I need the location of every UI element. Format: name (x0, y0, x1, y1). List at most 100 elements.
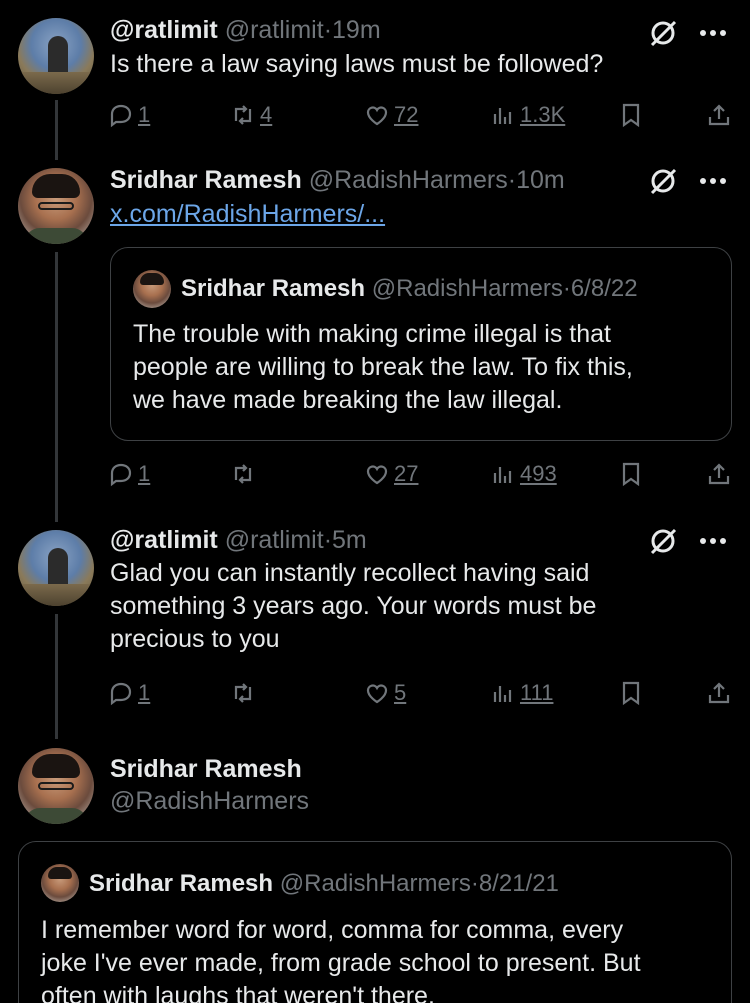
user-handle[interactable]: @ratlimit (225, 16, 324, 44)
tweet-text: Glad you can instantly recollect having … (110, 557, 730, 656)
user-handle[interactable]: @RadishHarmers (110, 786, 730, 816)
tweet[interactable]: @ratlimit @ratlimit·19m Is there a law s… (0, 0, 750, 150)
retweet-icon (234, 105, 252, 125)
quote-header: Sridhar Ramesh @RadishHarmers·6/8/22 (181, 274, 638, 304)
quoted-tweet[interactable]: Sridhar Ramesh @RadishHarmers·6/8/22 The… (110, 247, 732, 441)
tweet-header: @ratlimit @ratlimit·5m (110, 525, 730, 555)
reply-icon (110, 682, 132, 706)
views-button[interactable]: 111 (490, 676, 553, 710)
quote-line: I remember word for word, comma for comm… (41, 916, 624, 944)
tweet-header: Sridhar Ramesh @RadishHarmers·10m (110, 165, 730, 195)
views-button[interactable]: 1.3K (490, 98, 565, 132)
bookmark-icon (622, 103, 640, 128)
like-count: 5 (394, 680, 407, 705)
bookmark-button[interactable] (618, 457, 644, 491)
quote-line: The trouble with making crime illegal is… (133, 320, 611, 348)
separator-dot: · (323, 16, 333, 44)
more-icon[interactable] (698, 18, 728, 48)
grok-icon[interactable] (648, 166, 678, 196)
reply-icon (110, 463, 132, 487)
share-button[interactable] (706, 676, 732, 710)
user-handle[interactable]: @RadishHarmers (309, 166, 508, 194)
avatar[interactable] (18, 748, 94, 824)
quote-line: we have made breaking the law illegal. (133, 386, 563, 414)
reply-button[interactable]: 1 (108, 676, 150, 710)
quote-text: The trouble with making crime illegal is… (133, 318, 633, 417)
grok-icon[interactable] (648, 18, 678, 48)
display-name[interactable]: Sridhar Ramesh (110, 754, 730, 784)
bookmark-icon (622, 462, 640, 487)
retweet-icon (234, 683, 252, 703)
quote-display-name: Sridhar Ramesh (89, 870, 274, 897)
quote-handle: @RadishHarmers (371, 275, 563, 302)
more-icon[interactable] (698, 526, 728, 556)
avatar[interactable] (18, 530, 94, 606)
reply-count: 1 (138, 680, 151, 705)
tweet-header: @ratlimit @ratlimit·19m (110, 15, 730, 45)
retweet-button[interactable]: 4 (230, 98, 272, 132)
quote-header: Sridhar Ramesh @RadishHarmers·8/21/21 (89, 869, 559, 899)
tweet[interactable]: @ratlimit @ratlimit·5m Glad you can inst… (0, 520, 750, 740)
views-icon (493, 467, 512, 483)
retweet-button[interactable] (230, 676, 256, 710)
retweet-button[interactable] (230, 457, 256, 491)
tweet[interactable]: Sridhar Ramesh @RadishHarmers·10m x.com/… (0, 150, 750, 520)
reply-count: 1 (138, 102, 151, 127)
bookmark-button[interactable] (618, 98, 644, 132)
views-icon (493, 108, 512, 124)
tweet-line: something 3 years ago. Your words must b… (110, 592, 597, 620)
reply-count: 1 (138, 461, 151, 486)
quoted-tweet[interactable]: Sridhar Ramesh @RadishHarmers·8/21/21 I … (18, 841, 732, 1003)
tweet-actions: 1 4 72 1.3K (108, 98, 738, 132)
timestamp[interactable]: 10m (516, 166, 565, 194)
share-icon (708, 104, 730, 126)
bookmark-button[interactable] (618, 676, 644, 710)
quote-avatar (41, 864, 79, 902)
views-button[interactable]: 493 (490, 457, 557, 491)
quote-display-name: Sridhar Ramesh (181, 275, 366, 302)
retweet-count: 4 (260, 102, 273, 127)
view-count: 493 (520, 461, 557, 486)
heart-icon (366, 684, 388, 704)
retweet-icon (234, 464, 252, 484)
like-button[interactable]: 72 (364, 98, 418, 132)
display-name[interactable]: @ratlimit (110, 16, 218, 44)
grok-icon[interactable] (648, 526, 678, 556)
reply-button[interactable]: 1 (108, 98, 150, 132)
view-count: 1.3K (520, 102, 566, 127)
separator-dot: · (562, 275, 571, 302)
share-icon (708, 682, 730, 704)
display-name[interactable]: Sridhar Ramesh (110, 166, 302, 194)
reply-icon (110, 104, 132, 128)
user-handle[interactable]: @ratlimit (225, 526, 324, 554)
share-icon (708, 463, 730, 485)
separator-dot: · (470, 870, 479, 897)
quote-date: 6/8/22 (570, 275, 638, 302)
more-icon[interactable] (698, 166, 728, 196)
display-name[interactable]: @ratlimit (110, 526, 218, 554)
quote-line: often with laughs that weren't there. (41, 982, 435, 1003)
reply-button[interactable]: 1 (108, 457, 150, 491)
tweet-line: precious to you (110, 625, 280, 653)
view-count: 111 (520, 680, 554, 705)
quote-text: I remember word for word, comma for comm… (41, 914, 641, 1003)
avatar[interactable] (18, 18, 94, 94)
share-button[interactable] (706, 98, 732, 132)
tweet-actions: 1 27 493 (108, 457, 738, 491)
avatar[interactable] (18, 168, 94, 244)
quote-avatar (133, 270, 171, 308)
tweet-line: Glad you can instantly recollect having … (110, 559, 590, 587)
timestamp[interactable]: 19m (332, 16, 381, 44)
separator-dot: · (323, 526, 333, 554)
like-button[interactable]: 5 (364, 676, 406, 710)
quote-line: people are willing to break the law. To … (133, 353, 633, 381)
separator-dot: · (507, 166, 517, 194)
views-icon (493, 686, 512, 702)
like-count: 72 (394, 102, 419, 127)
bookmark-icon (622, 681, 640, 706)
share-button[interactable] (706, 457, 732, 491)
tweet-link[interactable]: x.com/RadishHarmers/... (110, 198, 730, 231)
heart-icon (366, 106, 388, 126)
timestamp[interactable]: 5m (332, 526, 367, 554)
like-button[interactable]: 27 (364, 457, 418, 491)
